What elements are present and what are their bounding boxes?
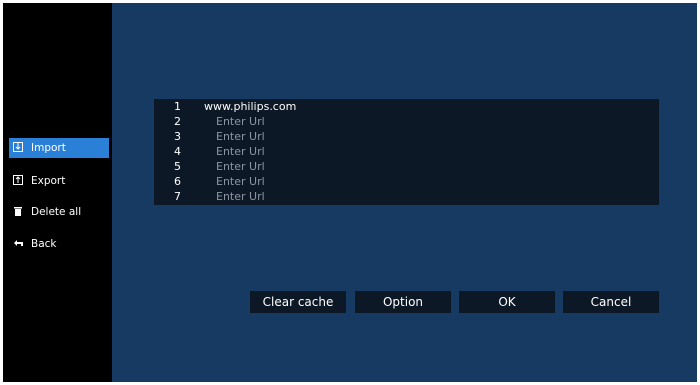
- sidebar-item-export[interactable]: Export: [9, 171, 109, 191]
- url-placeholder[interactable]: Enter Url: [216, 189, 265, 204]
- sidebar-item-delete-all[interactable]: Delete all: [9, 202, 109, 222]
- url-row-2[interactable]: 2 Enter Url: [154, 114, 659, 129]
- url-row-4[interactable]: 4 Enter Url: [154, 144, 659, 159]
- url-row-3[interactable]: 3 Enter Url: [154, 129, 659, 144]
- row-number: 7: [174, 190, 181, 203]
- row-number: 5: [174, 160, 181, 173]
- url-list: 1 www.philips.com 2 Enter Url 3 Enter Ur…: [154, 99, 659, 205]
- row-number: 4: [174, 145, 181, 158]
- url-placeholder[interactable]: Enter Url: [216, 114, 265, 129]
- screen: Import Export Delete all Back 1 www.phil…: [3, 3, 697, 382]
- sidebar-item-back[interactable]: Back: [9, 234, 109, 254]
- sidebar-item-label: Back: [31, 238, 57, 250]
- url-placeholder[interactable]: Enter Url: [216, 129, 265, 144]
- url-row-6[interactable]: 6 Enter Url: [154, 174, 659, 189]
- trash-icon: [9, 206, 27, 219]
- row-number: 1: [174, 100, 181, 113]
- url-row-1[interactable]: 1 www.philips.com: [154, 99, 659, 114]
- url-value[interactable]: www.philips.com: [204, 99, 296, 114]
- main-area: 1 www.philips.com 2 Enter Url 3 Enter Ur…: [112, 3, 697, 382]
- url-placeholder[interactable]: Enter Url: [216, 144, 265, 159]
- url-row-7[interactable]: 7 Enter Url: [154, 189, 659, 204]
- option-button[interactable]: Option: [355, 291, 451, 313]
- export-icon: [9, 174, 27, 188]
- url-placeholder[interactable]: Enter Url: [216, 174, 265, 189]
- cancel-button[interactable]: Cancel: [563, 291, 659, 313]
- sidebar-item-label: Export: [31, 175, 66, 187]
- ok-button[interactable]: OK: [459, 291, 555, 313]
- import-icon: [9, 141, 27, 155]
- url-row-5[interactable]: 5 Enter Url: [154, 159, 659, 174]
- url-placeholder[interactable]: Enter Url: [216, 159, 265, 174]
- back-arrow-icon: [9, 239, 27, 250]
- row-number: 3: [174, 130, 181, 143]
- row-number: 6: [174, 175, 181, 188]
- sidebar: Import Export Delete all Back: [3, 3, 112, 382]
- row-number: 2: [174, 115, 181, 128]
- sidebar-item-label: Delete all: [31, 206, 82, 218]
- sidebar-item-label: Import: [31, 142, 66, 154]
- clear-cache-button[interactable]: Clear cache: [250, 291, 346, 313]
- sidebar-item-import[interactable]: Import: [9, 138, 109, 158]
